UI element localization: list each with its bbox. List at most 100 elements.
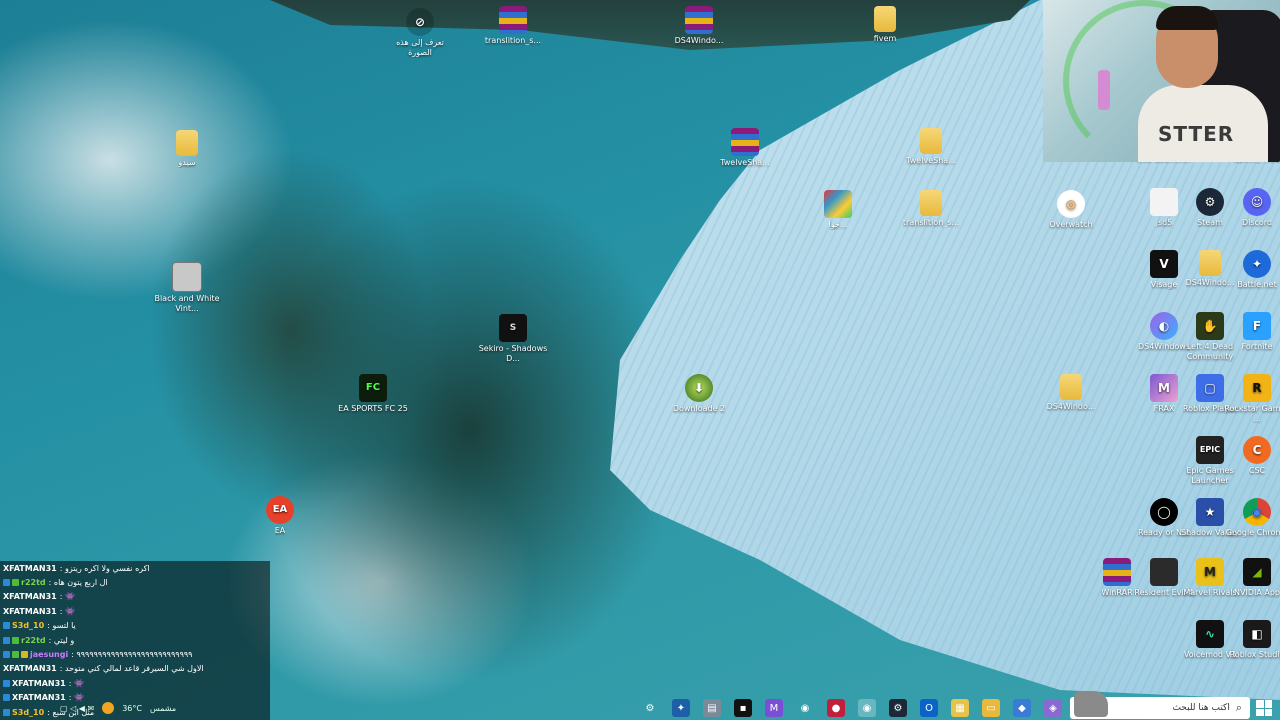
chat-badge-icon (3, 622, 10, 630)
csc-icon: C (1243, 436, 1271, 464)
desktop-icon[interactable]: F Fortnite (1222, 312, 1280, 352)
folder-icon (176, 130, 198, 156)
weather-temp[interactable]: 36°C (122, 704, 142, 713)
desktop-icon[interactable]: ◢ NVIDIA App (1222, 558, 1280, 598)
outlook-app-icon[interactable]: O (920, 699, 938, 717)
rivals-icon: M (1196, 558, 1224, 586)
terminal-app-icon[interactable]: ▪ (734, 699, 752, 717)
desktop-icon-label: تعرف إلى هذه الصورة (396, 38, 444, 57)
frax-icon: M (1150, 374, 1178, 402)
frax-app-icon[interactable]: M (765, 699, 783, 717)
chat-badge-icon (3, 679, 10, 687)
overwatch-icon: ◎ (1057, 190, 1085, 218)
desktop-icon[interactable]: translition_s... (478, 6, 548, 46)
voicemod-icon: ∿ (1196, 620, 1224, 648)
notes-app-icon[interactable]: ▦ (951, 699, 969, 717)
chat-badge-icon (3, 579, 10, 587)
desktop-icon-label: Downloade 2 (672, 404, 726, 413)
desktop-icon[interactable]: FC EA SPORTS FC 25 (338, 374, 408, 414)
folder-icon (1199, 250, 1221, 276)
folder-icon (920, 190, 942, 216)
desktop-icon[interactable]: جوا... (803, 190, 873, 230)
chat-text: : يا لتسو (47, 621, 76, 631)
weather-label[interactable]: مشمس (150, 704, 176, 713)
chat-text: : 👾 (59, 606, 75, 616)
explorer-app-icon[interactable]: ▭ (982, 699, 1000, 717)
chat-message: S3d_10: يا لتسو (0, 619, 270, 633)
obs-app-icon[interactable]: ◉ (796, 699, 814, 717)
desktop-icon[interactable]: ⊘ تعرف إلى هذه الصورة (385, 8, 455, 58)
chat-message: XFATMAN31: اكره نفسي ولا اكره ريتزو (0, 561, 270, 575)
chat-badge-icon (12, 651, 19, 659)
start-button[interactable] (1256, 700, 1272, 716)
desktop-icon[interactable]: DS4Windo... (1036, 374, 1106, 412)
desktop-icon[interactable]: ◎ Overwatch (1036, 190, 1106, 230)
desktop-icon[interactable]: ◧ Roblox Studio (1222, 620, 1280, 660)
rar-icon (685, 6, 713, 34)
desktop-icon-label: FRAX (1153, 404, 1175, 413)
desktop-icon-label: translition_s... (484, 36, 542, 45)
chrome-app-icon[interactable]: ◉ (858, 699, 876, 717)
chat-username: jaesungi (30, 650, 69, 660)
app-extra-icon[interactable]: ◈ (1044, 699, 1062, 717)
desktop-icon-label: سيدو (178, 158, 196, 167)
tray-icons[interactable]: ▢ ◁ ◀ ✉ (60, 704, 94, 713)
desktop-icon-label: DS4Windo... (1046, 402, 1096, 411)
desktop-icon[interactable]: C CSC (1222, 436, 1280, 476)
desktop-icon[interactable]: translition_s... (896, 190, 966, 228)
desktop-icon[interactable]: ✦ Battle.net (1222, 250, 1280, 290)
battlenet-app-icon[interactable]: ✦ (672, 699, 690, 717)
desktop-icon-label: EA (274, 526, 286, 535)
ron-icon: ◯ (1150, 498, 1178, 526)
desktop-icon-label: Google Chrome (1225, 528, 1280, 537)
file-app-icon[interactable]: ▤ (703, 699, 721, 717)
taskbar-search[interactable]: اكتب هنا للبحث ⌕ (1070, 691, 1250, 719)
desktop-icon[interactable]: ⬇ Downloade 2 (664, 374, 734, 414)
steam-app-icon[interactable]: ⚙ (889, 699, 907, 717)
windows-app-icon[interactable]: ◆ (1013, 699, 1031, 717)
fc-icon: FC (359, 374, 387, 402)
desktop-icon[interactable]: ☺ Discord (1222, 188, 1280, 228)
desktop-icon-label: jsd5 (1155, 218, 1173, 227)
chat-message: jaesungi: ٩٩٩٩٩٩٩٩٩٩٩٩٩٩٩٩٩٩٩٩٩٩٩٩٩٩٩ (0, 647, 270, 661)
gray-icon (172, 262, 202, 292)
record-app-icon[interactable]: ● (827, 699, 845, 717)
chat-username: XFATMAN31 (12, 678, 66, 688)
chat-badge-icon (12, 636, 19, 644)
desktop-icon-label: جوا... (828, 220, 848, 229)
chat-text: : و ليتي (48, 635, 75, 645)
desktop-icon[interactable]: fivem (850, 6, 920, 44)
webcam-shirt-text: STTER (1158, 122, 1235, 146)
desktop-icon-label: fivem (873, 34, 897, 43)
chat-badge-icon (3, 651, 10, 659)
desktop-icon[interactable]: Black and White Vint... (152, 262, 222, 314)
desktop-icon[interactable]: R Rockstar Games ... (1222, 374, 1280, 424)
desktop-icon-label: Overwatch (1049, 220, 1093, 229)
desktop-icon-label: DS4Windo... (674, 36, 724, 45)
dl-icon: ⬇ (685, 374, 713, 402)
desktop-icon[interactable]: ◉ Google Chrome (1222, 498, 1280, 538)
steam-icon: ⚙ (1196, 188, 1224, 216)
desktop-icon[interactable]: EA EA (245, 496, 315, 536)
chat-username: S3d_10 (12, 621, 45, 631)
desktop-icon-label: translition_s... (902, 218, 960, 227)
desktop-icon[interactable]: S Sekiro - Shadows D... (478, 314, 548, 364)
chat-text: : 👾 (59, 592, 75, 602)
chat-message: XFATMAN31: 👾 (0, 590, 270, 604)
chat-message: XFATMAN31: 👾 (0, 676, 270, 690)
weather-sun-icon[interactable] (102, 702, 115, 714)
desktop-icon[interactable]: TwelveSha... (710, 128, 780, 168)
chat-text: : ال اربع يتون هاه (48, 578, 108, 588)
rar-icon (1103, 558, 1131, 586)
folder-icon (874, 6, 896, 32)
chat-username: r22td (21, 578, 46, 588)
chat-text: : 👾 (68, 678, 84, 688)
settings-app-icon[interactable]: ⚙ (641, 699, 659, 717)
desktop-icon[interactable]: سيدو (152, 130, 222, 168)
fortnite-icon: F (1243, 312, 1271, 340)
desktop-icon[interactable]: DS4Windo... (664, 6, 734, 46)
desktop-icon-label: Battle.net (1237, 280, 1277, 289)
desktop-icon-label: CSC (1248, 466, 1266, 475)
desktop-icon-label: TwelveSha... (906, 156, 956, 165)
desktop-icon[interactable]: TwelveSha... (896, 128, 966, 166)
